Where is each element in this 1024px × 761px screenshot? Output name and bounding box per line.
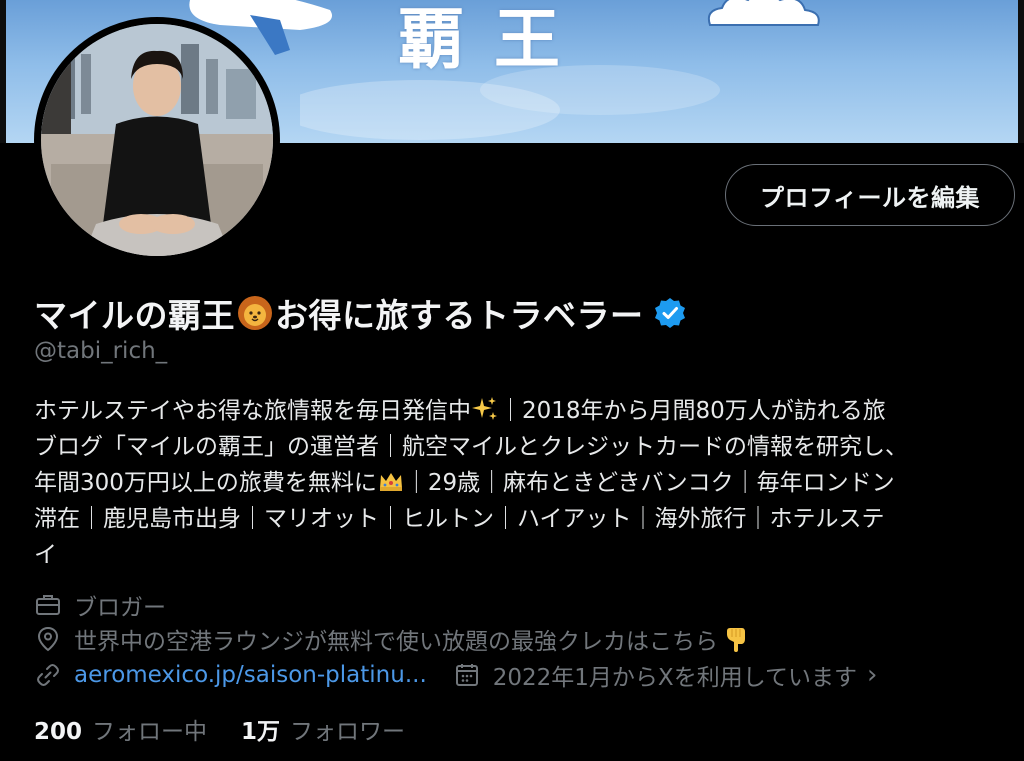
bio-line: 年間300万円以上の旅費を無料に ｜29歳｜麻布ときどきバンコク｜毎年ロンドン	[34, 465, 1004, 501]
user-handle: @tabi_rich_	[34, 338, 168, 364]
bio-text: ホテルステイやお得な旅情報を毎日発信中	[34, 398, 471, 424]
bio-text: ｜2018年から月間80万人が訪れる旅	[499, 398, 886, 424]
following-label: フォロー中	[92, 719, 208, 745]
profile-bio: ホテルステイやお得な旅情報を毎日発信中 ｜2018年から月間80万人が訪れる旅 ブ…	[34, 393, 1004, 573]
bio-text: ｜29歳｜麻布ときどきバンコク｜毎年ロンドン	[404, 470, 895, 496]
display-name: マイルの覇王	[34, 296, 235, 335]
avatar[interactable]	[41, 24, 273, 256]
sparkles-icon	[472, 397, 497, 420]
followers-label: フォロワー	[290, 719, 406, 745]
link-row: aeromexico.jp/saison-platinu... 2022年1月か…	[34, 658, 877, 692]
calendar-icon	[455, 664, 478, 686]
crown-icon	[379, 473, 402, 491]
joined-date[interactable]: 2022年1月からXを利用しています	[493, 658, 857, 692]
lion-face-icon	[238, 296, 272, 330]
location-pin-icon	[37, 626, 59, 652]
location-row: 世界中の空港ラウンジが無料で使い放題の最強クレカはこちら	[34, 622, 751, 656]
profession-label: ブロガー	[74, 595, 166, 621]
website-link[interactable]: aeromexico.jp/saison-platinu...	[74, 662, 427, 688]
follow-stats: 200 フォロー中 1万 フォロワー	[34, 712, 405, 746]
followers-count: 1万	[241, 719, 281, 745]
following-count: 200	[34, 719, 83, 745]
banner-edge	[0, 0, 6, 143]
display-name-suffix: お得に旅するトラベラー	[275, 296, 644, 335]
chevron-right-icon[interactable]: ›	[867, 660, 877, 690]
link-icon	[37, 664, 59, 686]
backhand-index-pointing-down-icon	[727, 628, 745, 652]
bio-line: ブログ「マイルの覇王」の運営者｜航空マイルとクレジットカードの情報を研究し、	[34, 434, 908, 460]
bio-line: 滞在｜鹿児島市出身｜マリオット｜ヒルトン｜ハイアット｜海外旅行｜ホテルステ	[34, 506, 885, 532]
bio-line: イ	[34, 542, 57, 568]
sky-haze	[300, 65, 720, 140]
display-name-row: マイルの覇王 お得に旅するトラベラー	[34, 289, 686, 337]
profession-row: ブロガー	[34, 588, 166, 622]
followers-link[interactable]: 1万 フォロワー	[241, 712, 405, 746]
bio-line: ホテルステイやお得な旅情報を毎日発信中 ｜2018年から月間80万人が訪れる旅	[34, 393, 1004, 429]
banner-edge	[1018, 0, 1024, 143]
briefcase-icon	[36, 595, 60, 615]
bio-text: 年間300万円以上の旅費を無料に	[34, 470, 377, 496]
verified-badge-icon[interactable]	[654, 297, 686, 329]
cloud-illustration	[707, 0, 820, 26]
edit-profile-button[interactable]: プロフィールを編集	[725, 164, 1015, 226]
following-link[interactable]: 200 フォロー中	[34, 712, 207, 746]
location-text: 世界中の空港ラウンジが無料で使い放題の最強クレカはこちら	[74, 629, 718, 655]
